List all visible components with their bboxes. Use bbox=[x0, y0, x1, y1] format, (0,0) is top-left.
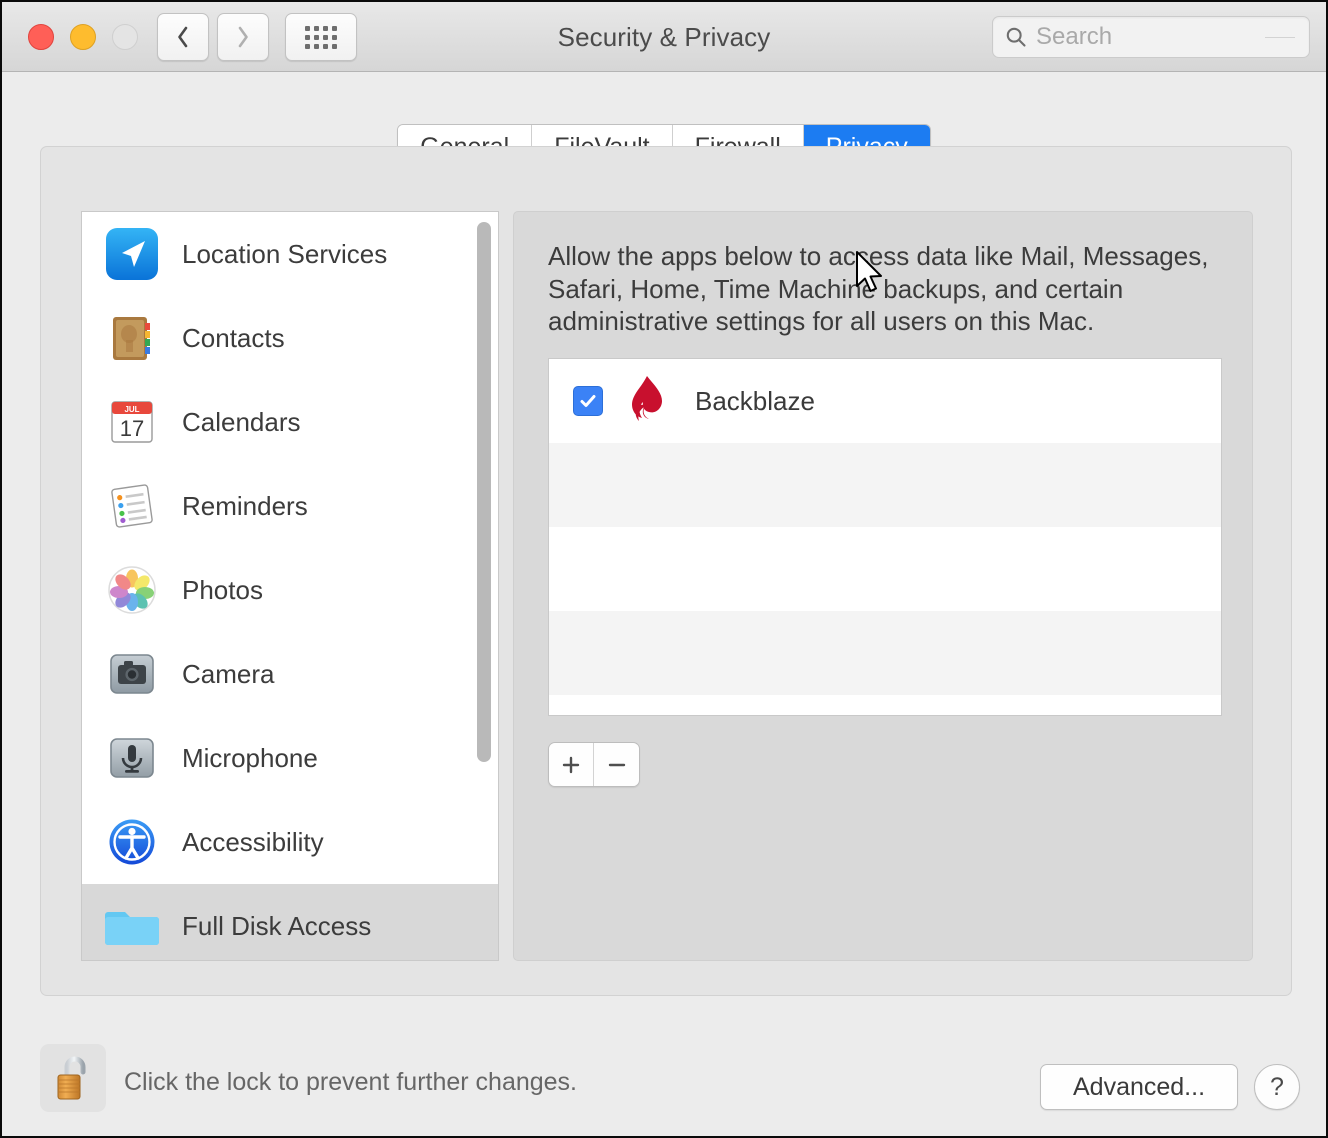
sidebar-item-label: Microphone bbox=[182, 742, 318, 773]
accessibility-icon bbox=[104, 814, 160, 870]
sidebar-item-camera[interactable]: Camera bbox=[82, 632, 498, 716]
table-row-empty bbox=[549, 443, 1221, 527]
advanced-button[interactable]: Advanced... bbox=[1040, 1064, 1238, 1110]
calendar-icon: JUL 17 bbox=[104, 394, 160, 450]
sidebar-scrollbar[interactable] bbox=[476, 220, 492, 954]
blue-folder-icon bbox=[104, 898, 160, 954]
search-divider bbox=[1265, 36, 1295, 38]
privacy-category-sidebar[interactable]: Location Services Contacts JUL 17 Calend… bbox=[81, 211, 499, 961]
sidebar-item-accessibility[interactable]: Accessibility bbox=[82, 800, 498, 884]
add-app-button[interactable] bbox=[549, 743, 594, 786]
sidebar-item-reminders[interactable]: Reminders bbox=[82, 464, 498, 548]
footer-bar: Click the lock to prevent further change… bbox=[2, 1028, 1326, 1136]
sidebar-item-label: Accessibility bbox=[182, 826, 324, 857]
sidebar-item-label: Camera bbox=[182, 658, 275, 689]
sidebar-item-label: Contacts bbox=[182, 322, 285, 353]
remove-app-button[interactable] bbox=[594, 743, 639, 786]
microphone-icon bbox=[104, 730, 160, 786]
allowed-apps-table[interactable]: Backblaze bbox=[548, 358, 1222, 716]
lock-message: Click the lock to prevent further change… bbox=[124, 1068, 578, 1096]
full-disk-access-pane: Allow the apps below to access data like… bbox=[513, 211, 1253, 961]
sidebar-item-label: Location Services bbox=[182, 238, 388, 269]
window-titlebar: Security & Privacy Search bbox=[2, 2, 1326, 72]
help-button[interactable]: ? bbox=[1254, 1064, 1300, 1110]
category-list: Location Services Contacts JUL 17 Calend… bbox=[82, 212, 498, 960]
camera-icon bbox=[104, 646, 160, 702]
backblaze-flame-icon bbox=[623, 374, 671, 428]
reminders-list-icon bbox=[104, 478, 160, 534]
search-placeholder: Search bbox=[1036, 23, 1113, 50]
contacts-book-icon bbox=[104, 310, 160, 366]
sidebar-item-label: Calendars bbox=[182, 406, 301, 437]
search-field[interactable]: Search bbox=[992, 16, 1310, 58]
security-privacy-window: Security & Privacy Search General FileVa… bbox=[0, 0, 1328, 1138]
app-name: Backblaze bbox=[695, 385, 815, 416]
table-row-empty bbox=[549, 527, 1221, 611]
svg-text:JUL: JUL bbox=[124, 405, 139, 414]
sidebar-item-microphone[interactable]: Microphone bbox=[82, 716, 498, 800]
checkmark-icon bbox=[580, 395, 596, 407]
sidebar-item-full-disk-access[interactable]: Full Disk Access bbox=[82, 884, 498, 960]
search-icon bbox=[1006, 27, 1026, 47]
lock-button[interactable] bbox=[40, 1044, 106, 1112]
scrollbar-thumb[interactable] bbox=[477, 222, 491, 762]
table-row[interactable]: Backblaze bbox=[549, 359, 1221, 443]
sidebar-item-location-services[interactable]: Location Services bbox=[82, 212, 498, 296]
table-row-empty bbox=[549, 695, 1221, 715]
app-checkbox[interactable] bbox=[573, 386, 603, 416]
svg-text:17: 17 bbox=[120, 416, 144, 441]
plus-icon bbox=[562, 756, 580, 773]
minus-icon bbox=[608, 763, 625, 766]
sidebar-item-label: Photos bbox=[182, 574, 263, 605]
sidebar-item-label: Reminders bbox=[182, 490, 308, 521]
photos-pinwheel-icon bbox=[104, 562, 160, 618]
sidebar-item-contacts[interactable]: Contacts bbox=[82, 296, 498, 380]
unlocked-padlock-icon bbox=[57, 1056, 86, 1100]
privacy-panel: Location Services Contacts JUL 17 Calend… bbox=[40, 146, 1292, 996]
pane-description: Allow the apps below to access data like… bbox=[548, 241, 1209, 336]
table-row-empty bbox=[549, 611, 1221, 695]
add-remove-group bbox=[548, 742, 640, 787]
sidebar-item-photos[interactable]: Photos bbox=[82, 548, 498, 632]
sidebar-item-label: Full Disk Access bbox=[182, 910, 372, 941]
location-arrow-icon bbox=[104, 226, 160, 282]
sidebar-item-calendars[interactable]: JUL 17 Calendars bbox=[82, 380, 498, 464]
